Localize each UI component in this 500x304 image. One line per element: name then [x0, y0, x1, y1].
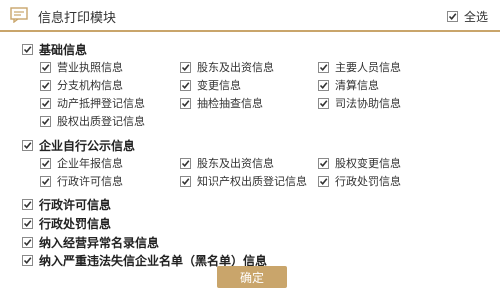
section-basic-info[interactable]: 基础信息 [22, 41, 87, 58]
option-spot-check[interactable]: 抽检抽查信息 [180, 95, 263, 111]
option-label: 动产抵押登记信息 [57, 97, 145, 110]
checkbox-checked-icon[interactable] [40, 61, 51, 73]
option-equity-change[interactable]: 股权变更信息 [318, 155, 401, 171]
confirm-button[interactable]: 确定 [217, 266, 287, 288]
section-admin-license[interactable]: 行政许可信息 [22, 196, 111, 213]
checkbox-checked-icon[interactable] [22, 255, 33, 266]
option-label: 知识产权出质登记信息 [197, 175, 307, 188]
checkbox-checked-icon[interactable] [40, 97, 51, 109]
option-label: 行政许可信息 [57, 175, 123, 188]
section-title: 基础信息 [39, 43, 88, 57]
select-all-checkbox[interactable]: 全选 [446, 8, 488, 25]
print-module-dialog: 信息打印模块 全选 基础信息 营业执照信息 股东及出资信息 主要人员信息 分支机… [0, 0, 500, 304]
option-annual-report[interactable]: 企业年报信息 [40, 155, 123, 171]
option-label: 股权出质登记信息 [57, 115, 145, 128]
checkbox-checked-icon[interactable] [40, 175, 51, 187]
option-chattel-mortgage[interactable]: 动产抵押登记信息 [40, 95, 145, 111]
option-label: 清算信息 [335, 79, 379, 92]
checkbox-checked-icon[interactable] [318, 175, 329, 187]
dialog-title: 信息打印模块 [38, 11, 117, 26]
checkbox-checked-icon[interactable] [180, 175, 191, 187]
option-label: 行政处罚信息 [335, 175, 401, 188]
checkbox-checked-icon[interactable] [180, 97, 191, 109]
checkbox-checked-icon[interactable] [180, 61, 191, 73]
option-ip-pledge[interactable]: 知识产权出质登记信息 [180, 173, 307, 189]
option-shareholder-investment-2[interactable]: 股东及出资信息 [180, 155, 274, 171]
option-label: 企业年报信息 [57, 157, 123, 170]
checkbox-checked-icon[interactable] [40, 157, 51, 169]
option-label: 抽检抽查信息 [197, 97, 263, 110]
section-admin-penalty[interactable]: 行政处罚信息 [22, 215, 111, 232]
checkbox-checked-icon[interactable] [318, 97, 329, 109]
section-title: 行政处罚信息 [39, 217, 112, 231]
option-label: 营业执照信息 [57, 61, 123, 74]
option-label: 主要人员信息 [335, 61, 401, 74]
checkbox-checked-icon[interactable] [318, 157, 329, 169]
dialog-header: 信息打印模块 全选 [0, 0, 500, 32]
option-label: 股权变更信息 [335, 157, 401, 170]
option-key-personnel[interactable]: 主要人员信息 [318, 59, 401, 75]
checkbox-checked-icon[interactable] [180, 79, 191, 91]
checkbox-checked-icon[interactable] [22, 140, 33, 151]
section-title: 纳入经营异常名录信息 [39, 236, 160, 250]
option-business-license[interactable]: 营业执照信息 [40, 59, 123, 75]
document-icon [10, 7, 28, 23]
checkbox-checked-icon[interactable] [40, 79, 51, 91]
section-self-disclosure[interactable]: 企业自行公示信息 [22, 137, 135, 154]
option-admin-license-sub[interactable]: 行政许可信息 [40, 173, 123, 189]
option-label: 变更信息 [197, 79, 241, 92]
checkbox-checked-icon[interactable] [22, 44, 33, 55]
option-branch-info[interactable]: 分支机构信息 [40, 77, 123, 93]
option-liquidation-info[interactable]: 清算信息 [318, 77, 379, 93]
option-judicial-assistance[interactable]: 司法协助信息 [318, 95, 401, 111]
checkbox-checked-icon[interactable] [22, 199, 33, 210]
checkbox-checked-icon[interactable] [318, 79, 329, 91]
checkbox-checked-icon[interactable] [180, 157, 191, 169]
checkbox-checked-icon[interactable] [40, 115, 51, 127]
option-change-info[interactable]: 变更信息 [180, 77, 241, 93]
option-equity-pledge[interactable]: 股权出质登记信息 [40, 113, 145, 129]
option-label: 司法协助信息 [335, 97, 401, 110]
select-all-label: 全选 [463, 10, 488, 24]
option-label: 股东及出资信息 [197, 61, 274, 74]
option-shareholder-investment[interactable]: 股东及出资信息 [180, 59, 274, 75]
checkbox-checked-icon[interactable] [22, 218, 33, 229]
section-title: 行政许可信息 [39, 198, 112, 212]
checkbox-checked-icon[interactable] [318, 61, 329, 73]
section-abnormal-operations[interactable]: 纳入经营异常名录信息 [22, 234, 159, 251]
section-title: 企业自行公示信息 [39, 139, 136, 153]
option-label: 分支机构信息 [57, 79, 123, 92]
option-label: 股东及出资信息 [197, 157, 274, 170]
checkbox-checked-icon[interactable] [22, 237, 33, 248]
option-admin-penalty-sub[interactable]: 行政处罚信息 [318, 173, 401, 189]
checkbox-checked-icon[interactable] [446, 11, 458, 22]
